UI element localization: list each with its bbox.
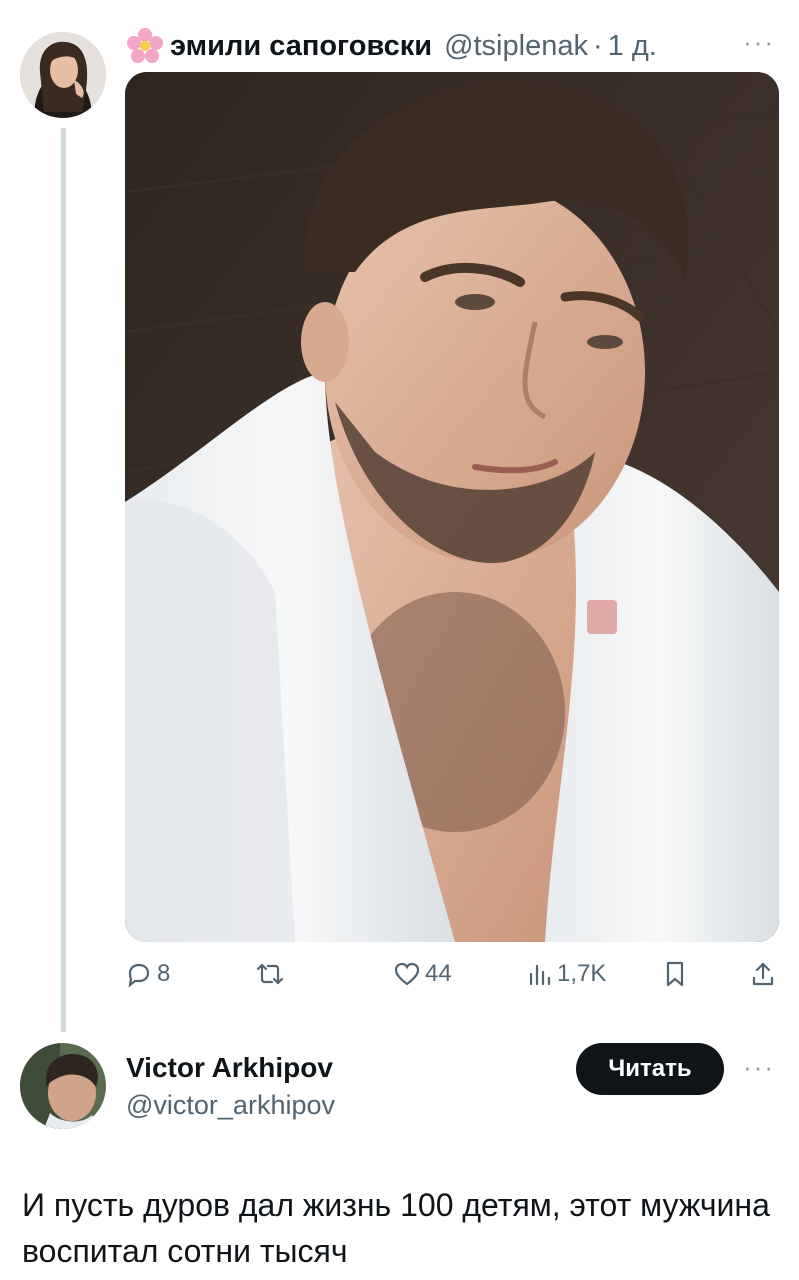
separator-dot: · xyxy=(592,29,603,62)
reply-author-avatar[interactable] xyxy=(20,1043,106,1129)
reply-author-handle[interactable]: @victor_arkhipov xyxy=(126,1090,335,1121)
reply-more-options-icon[interactable]: ··· xyxy=(743,1054,775,1080)
retweet-icon xyxy=(256,963,284,985)
bookmark-button[interactable] xyxy=(663,960,687,988)
views-button[interactable]: 1,7K xyxy=(527,960,606,988)
thread-line xyxy=(61,128,66,1032)
retweet-button[interactable] xyxy=(255,960,289,988)
flower-icon xyxy=(127,28,163,63)
author-avatar[interactable] xyxy=(20,32,106,118)
heart-icon xyxy=(394,962,420,986)
reply-count: 8 xyxy=(157,960,171,987)
like-button[interactable]: 44 xyxy=(393,960,452,988)
tweet-photo[interactable] xyxy=(125,72,779,942)
tweet-header: эмили сапоговски @tsiplenak · 1 д. xyxy=(126,26,657,66)
views-icon xyxy=(529,964,551,986)
reply-text: И пусть дуров дал жизнь 100 детям, этот … xyxy=(22,1187,770,1269)
tweet-time[interactable]: 1 д. xyxy=(608,30,657,63)
author-handle[interactable]: @tsiplenak xyxy=(444,30,588,63)
more-options-icon[interactable]: ··· xyxy=(743,29,775,55)
action-bar: 8 44 1,7K xyxy=(125,960,779,1000)
author-name[interactable]: эмили сапоговски xyxy=(170,30,432,63)
follow-button[interactable]: Читать xyxy=(576,1043,724,1095)
reply-author-name[interactable]: Victor Arkhipov xyxy=(126,1052,333,1084)
reply-icon xyxy=(128,963,150,988)
reply-button[interactable]: 8 xyxy=(125,960,170,988)
share-button[interactable] xyxy=(750,960,776,988)
like-count: 44 xyxy=(425,960,452,987)
bookmark-icon xyxy=(666,961,684,987)
views-count: 1,7K xyxy=(557,960,607,987)
share-icon xyxy=(752,962,774,986)
